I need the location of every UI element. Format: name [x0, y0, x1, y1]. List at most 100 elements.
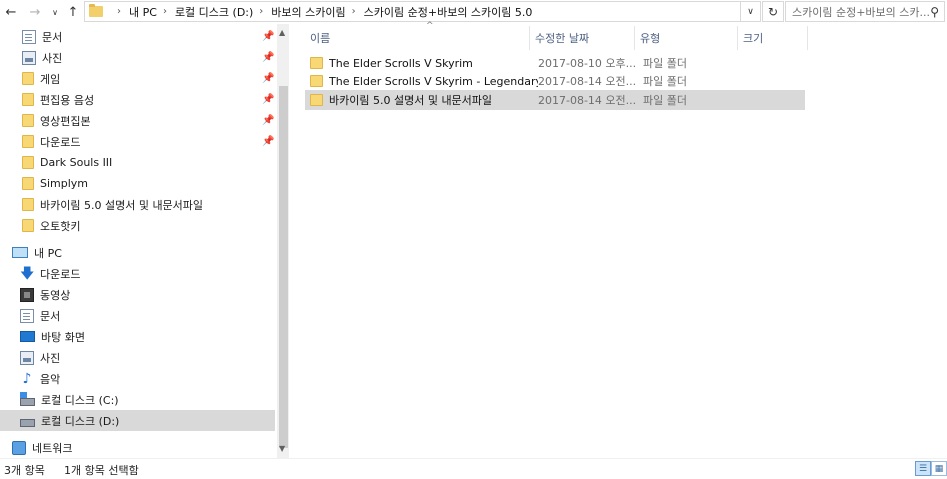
search-placeholder: 스카이림 순정+바보의 스카...	[792, 5, 931, 19]
column-header-label: 크기	[743, 32, 764, 45]
pictures-icon	[22, 50, 36, 65]
nav-item-bakayrim-docs[interactable]: 바카이림 5.0 설명서 및 내문서파일	[0, 194, 275, 215]
nav-item-this-pc[interactable]: 내 PC	[0, 242, 275, 263]
search-input[interactable]: 스카이림 순정+바보의 스카... ⚲	[785, 1, 945, 22]
file-row-selected[interactable]: 바카이림 5.0 설명서 및 내문서파일 2017-08-14 오전... 파일…	[305, 90, 805, 110]
column-header-date[interactable]: 수정한 날짜	[530, 26, 635, 50]
navigation-scrollbar[interactable]: ▲ ▼	[277, 24, 289, 458]
nav-item-video-edits[interactable]: 영상편집본 📌	[0, 110, 275, 131]
nav-item-label: 사진	[42, 51, 63, 65]
file-name: 바카이림 5.0 설명서 및 내문서파일	[329, 94, 493, 107]
folder-icon	[22, 93, 34, 106]
breadcrumb-skyrim-folder[interactable]: 바보의 스카이림	[271, 4, 345, 20]
nav-item-label: 음악	[40, 372, 61, 386]
column-header-name[interactable]: ^ 이름	[305, 21, 530, 50]
nav-item-label: 바카이림 5.0 설명서 및 내문서파일	[40, 198, 204, 212]
pin-icon[interactable]: 📌	[262, 73, 274, 84]
nav-item-dark-souls[interactable]: Dark Souls III	[0, 152, 275, 173]
breadcrumb-separator-icon[interactable]: ›	[259, 6, 263, 17]
details-view-icon[interactable]: ☰	[915, 461, 931, 476]
file-name: The Elder Scrolls V Skyrim	[329, 56, 473, 70]
document-icon	[20, 308, 34, 323]
breadcrumb-drive-d[interactable]: 로컬 디스크 (D:)	[175, 4, 253, 20]
nav-item-drive-d[interactable]: 로컬 디스크 (D:)	[0, 410, 275, 431]
folder-icon	[310, 75, 323, 87]
pin-icon[interactable]: 📌	[262, 31, 274, 42]
nav-item-simplym[interactable]: Simplym	[0, 173, 275, 194]
nav-item-label: 문서	[40, 309, 61, 323]
folder-icon	[310, 57, 323, 69]
nav-item-drive-c[interactable]: 로컬 디스크 (C:)	[0, 389, 275, 410]
nav-item-autohotkey[interactable]: 오토핫키	[0, 215, 275, 236]
nav-item-label: 동영상	[40, 288, 71, 302]
address-bar[interactable]: › 내 PC › 로컬 디스크 (D:) › 바보의 스카이림 › 스카이림 순…	[84, 1, 741, 22]
file-row[interactable]: The Elder Scrolls V Skyrim 2017-08-10 오후…	[305, 53, 805, 73]
nav-item-downloads[interactable]: 🡇 다운로드	[0, 263, 275, 284]
nav-item-documents[interactable]: 문서 📌	[0, 26, 275, 47]
back-arrow-icon[interactable]: ←	[2, 3, 20, 21]
item-count: 3개 항목	[4, 464, 45, 477]
pin-icon[interactable]: 📌	[262, 115, 274, 126]
network-icon	[12, 440, 26, 455]
nav-item-music[interactable]: ♪ 음악	[0, 368, 275, 389]
search-icon[interactable]: ⚲	[930, 5, 939, 19]
desktop-icon	[20, 331, 35, 342]
pin-icon[interactable]: 📌	[262, 94, 274, 105]
folder-icon	[22, 177, 34, 190]
address-dropdown-chevron-icon[interactable]: ∨	[741, 1, 761, 22]
folder-icon	[89, 4, 103, 17]
navigation-pane: 문서 📌 사진 📌 게임 📌 편집용 음성 📌 영상편집본 📌 다운로드 📌 D…	[0, 24, 277, 458]
document-icon	[22, 29, 36, 44]
breadcrumb-current-folder[interactable]: 스카이림 순정+바보의 스카이림 5.0	[364, 4, 533, 20]
pin-icon[interactable]: 📌	[262, 52, 274, 63]
nav-item-videos[interactable]: 동영상	[0, 284, 275, 305]
pictures-icon	[20, 350, 34, 365]
selection-count: 1개 항목 선택함	[64, 464, 139, 477]
nav-item-label: 편집용 음성	[40, 93, 95, 107]
file-row[interactable]: The Elder Scrolls V Skyrim - Legendary .…	[305, 71, 805, 91]
nav-item-edit-audio[interactable]: 편집용 음성 📌	[0, 89, 275, 110]
column-header-label: 수정한 날짜	[535, 32, 590, 45]
large-icons-view-icon[interactable]: ▦	[931, 461, 947, 476]
column-header-size[interactable]: 크기	[738, 26, 808, 50]
breadcrumb-separator-icon[interactable]: ›	[163, 6, 167, 17]
folder-icon	[22, 72, 34, 85]
nav-item-pictures[interactable]: 사진 📌	[0, 47, 275, 68]
refresh-icon[interactable]: ↻	[762, 1, 784, 22]
file-date: 2017-08-14 오전...	[538, 75, 637, 88]
nav-item-label: 문서	[42, 30, 63, 44]
file-type: 파일 폴더	[643, 94, 687, 107]
up-arrow-icon[interactable]: ↑	[64, 3, 82, 21]
nav-item-pictures-pc[interactable]: 사진	[0, 347, 275, 368]
scroll-down-chevron-icon[interactable]: ▼	[279, 444, 285, 453]
forward-arrow-icon[interactable]: →	[26, 3, 44, 21]
breadcrumb-separator-icon[interactable]: ›	[117, 6, 121, 17]
nav-item-downloads-quick[interactable]: 다운로드 📌	[0, 131, 275, 152]
column-header-type[interactable]: 유형	[635, 26, 738, 50]
recent-locations-chevron-icon[interactable]: ∨	[46, 3, 64, 21]
breadcrumb-separator-icon[interactable]: ›	[352, 6, 356, 17]
folder-icon	[22, 219, 34, 232]
nav-item-label: 사진	[40, 351, 61, 365]
column-header-label: 유형	[640, 32, 661, 45]
folder-icon	[22, 114, 34, 127]
folder-icon	[310, 94, 323, 106]
nav-item-label: 게임	[40, 72, 61, 86]
scrollbar-thumb[interactable]	[279, 86, 288, 448]
nav-item-label: 내 PC	[34, 246, 62, 260]
folder-icon	[22, 156, 34, 169]
nav-item-label: 영상편집본	[40, 114, 91, 128]
nav-item-documents-pc[interactable]: 문서	[0, 305, 275, 326]
drive-c-icon	[20, 391, 35, 406]
pin-icon[interactable]: 📌	[262, 136, 274, 147]
nav-item-label: 다운로드	[40, 135, 81, 149]
videos-icon	[20, 287, 34, 302]
nav-item-label: 로컬 디스크 (D:)	[41, 414, 120, 428]
file-date: 2017-08-14 오전...	[538, 94, 637, 107]
nav-item-games[interactable]: 게임 📌	[0, 68, 275, 89]
scroll-up-chevron-icon[interactable]: ▲	[279, 28, 285, 37]
breadcrumb-this-pc[interactable]: 내 PC	[129, 4, 157, 20]
nav-item-desktop[interactable]: 바탕 화면	[0, 326, 275, 347]
nav-item-network[interactable]: 네트워크	[0, 437, 275, 458]
file-type: 파일 폴더	[643, 57, 687, 70]
